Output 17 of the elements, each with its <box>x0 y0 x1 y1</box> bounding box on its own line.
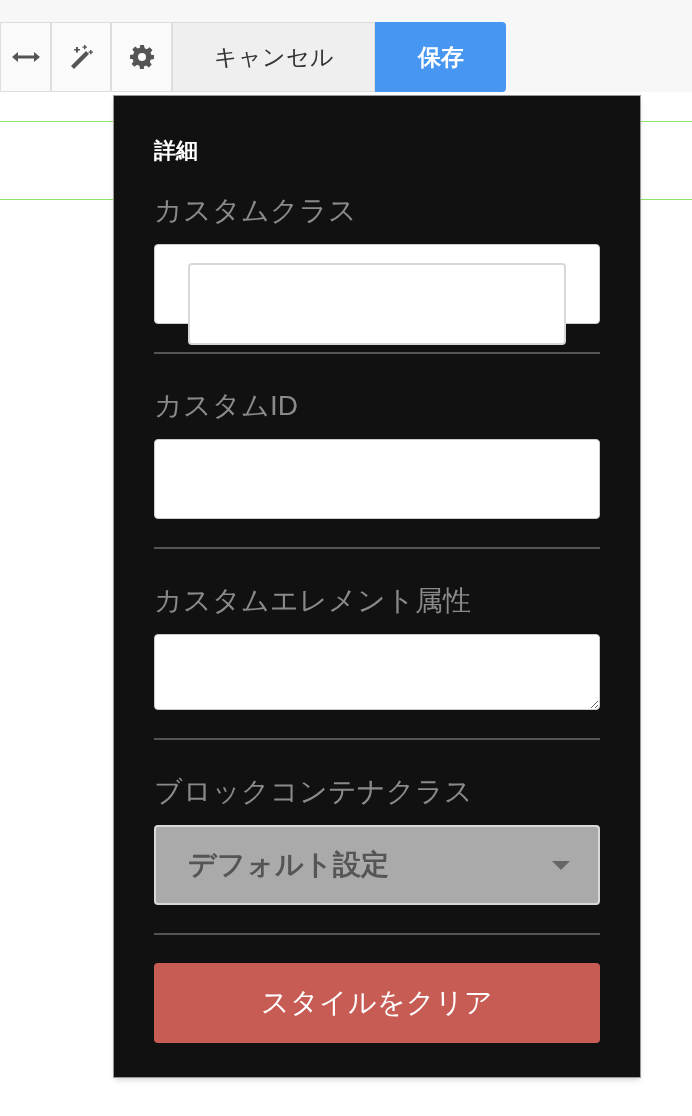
horizontal-arrows-icon <box>11 51 40 63</box>
field-label: カスタムID <box>154 392 299 420</box>
select-dropdown[interactable]: デフォルト設定 <box>154 825 600 905</box>
cancel-button[interactable]: キャンセル <box>172 22 375 92</box>
field-label: ブロックコンテナクラス <box>154 778 474 806</box>
caret-down-icon <box>552 860 570 870</box>
toolbar-button[interactable] <box>51 22 111 92</box>
field-label: カスタムクラス <box>154 197 358 225</box>
toolbar-button[interactable] <box>111 22 172 92</box>
save-button[interactable]: 保存 <box>375 22 506 92</box>
settings-icon <box>129 45 154 69</box>
select-value: デフォルト設定 <box>188 848 389 882</box>
toolbar-button[interactable] <box>0 22 51 92</box>
clear-style-button[interactable]: スタイルをクリア <box>154 963 600 1043</box>
text-field[interactable] <box>154 439 600 519</box>
panel-title: 詳細 <box>154 137 199 165</box>
field-label: カスタムエレメント属性 <box>154 587 472 615</box>
